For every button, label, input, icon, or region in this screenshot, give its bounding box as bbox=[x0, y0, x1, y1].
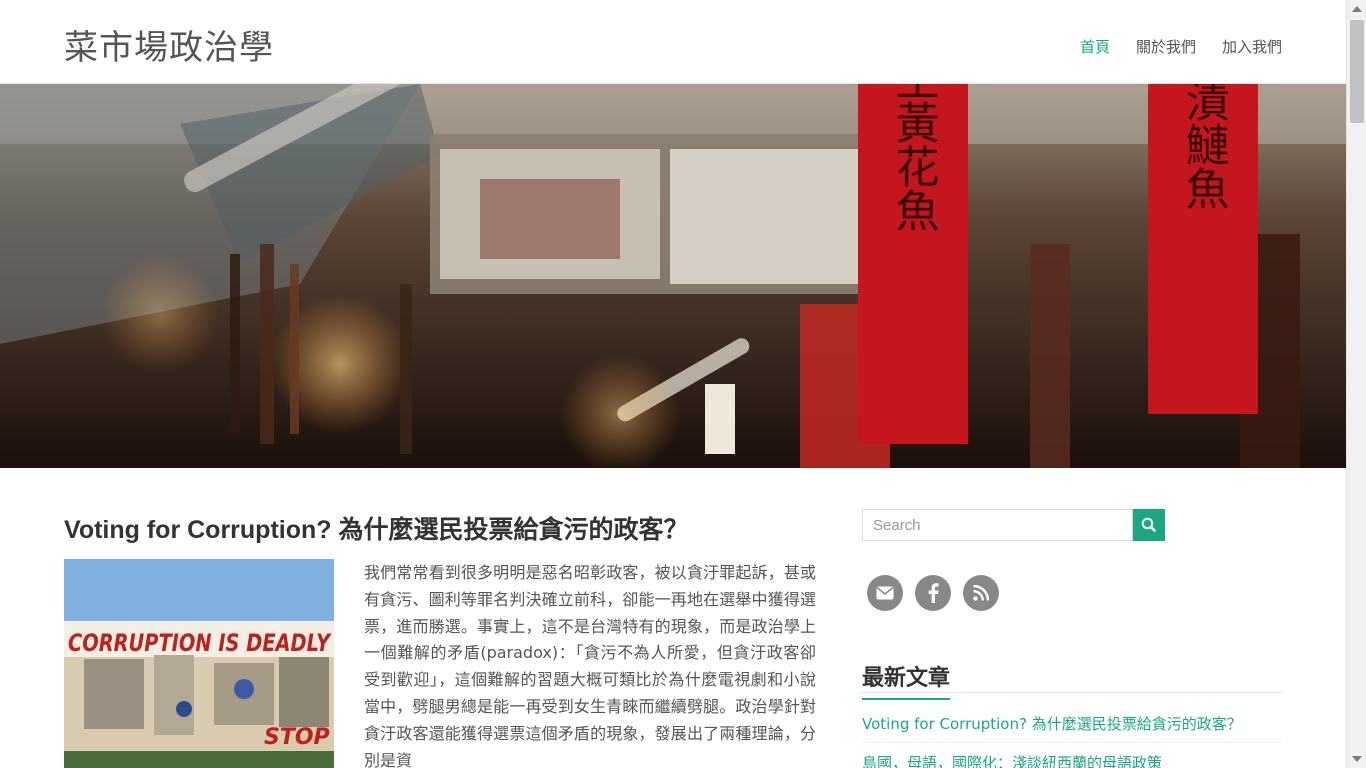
list-item: 島國，母語，國際化：淺談紐西蘭的母語政策 bbox=[862, 751, 1282, 768]
thumbnail-stop-text: STOP bbox=[264, 725, 330, 750]
recent-post-link[interactable]: 島國，母語，國際化：淺談紐西蘭的母語政策 bbox=[862, 754, 1162, 768]
page-scrollbar[interactable] bbox=[1346, 0, 1366, 768]
thumbnail-sign-text: CORRUPTION IS DEADLY bbox=[68, 629, 332, 657]
recent-posts-list: Voting for Corruption? 為什麼選民投票給貪污的政客？ 島國… bbox=[862, 712, 1282, 768]
rss-icon[interactable] bbox=[963, 575, 999, 611]
search-form bbox=[862, 509, 1165, 541]
search-input[interactable] bbox=[862, 509, 1133, 541]
recent-post-link[interactable]: Voting for Corruption? 為什麼選民投票給貪污的政客？ bbox=[862, 715, 1242, 733]
hero-banner-left: 生黃花魚 bbox=[888, 84, 939, 232]
search-button[interactable] bbox=[1133, 509, 1165, 541]
site-title[interactable]: 菜市場政治學 bbox=[64, 20, 274, 69]
scrollbar-thumb[interactable] bbox=[1350, 20, 1364, 123]
recent-posts-title: 最新文章 bbox=[862, 660, 951, 700]
search-icon bbox=[1141, 517, 1156, 532]
post-title[interactable]: Voting for Corruption? 為什麼選民投票給貪污的政客？ bbox=[64, 510, 688, 546]
hero-image: 生黃花魚 漬鰱魚 bbox=[0, 84, 1346, 468]
divider bbox=[862, 692, 1282, 693]
email-icon[interactable] bbox=[867, 575, 903, 611]
post-thumbnail[interactable]: CORRUPTION IS DEADLY STOP bbox=[64, 559, 334, 768]
nav-item-about[interactable]: 關於我們 bbox=[1136, 36, 1196, 57]
scroll-down-icon[interactable] bbox=[1352, 756, 1362, 762]
main-nav: 首頁 關於我們 加入我們 bbox=[1080, 36, 1282, 57]
scroll-up-icon[interactable] bbox=[1352, 6, 1362, 12]
social-links bbox=[867, 575, 999, 611]
list-item: Voting for Corruption? 為什麼選民投票給貪污的政客？ bbox=[862, 712, 1282, 743]
site-header: 菜市場政治學 首頁 關於我們 加入我們 bbox=[0, 0, 1346, 84]
hero-banner-right: 漬鰱魚 bbox=[1178, 84, 1229, 210]
nav-item-join[interactable]: 加入我們 bbox=[1222, 36, 1282, 57]
nav-item-home[interactable]: 首頁 bbox=[1080, 36, 1110, 57]
facebook-icon[interactable] bbox=[915, 575, 951, 611]
post-excerpt: 我們常常看到很多明明是惡名昭彰政客，被以貪汙罪起訴，甚或有貪污、圖利等罪名判決確… bbox=[364, 563, 816, 768]
